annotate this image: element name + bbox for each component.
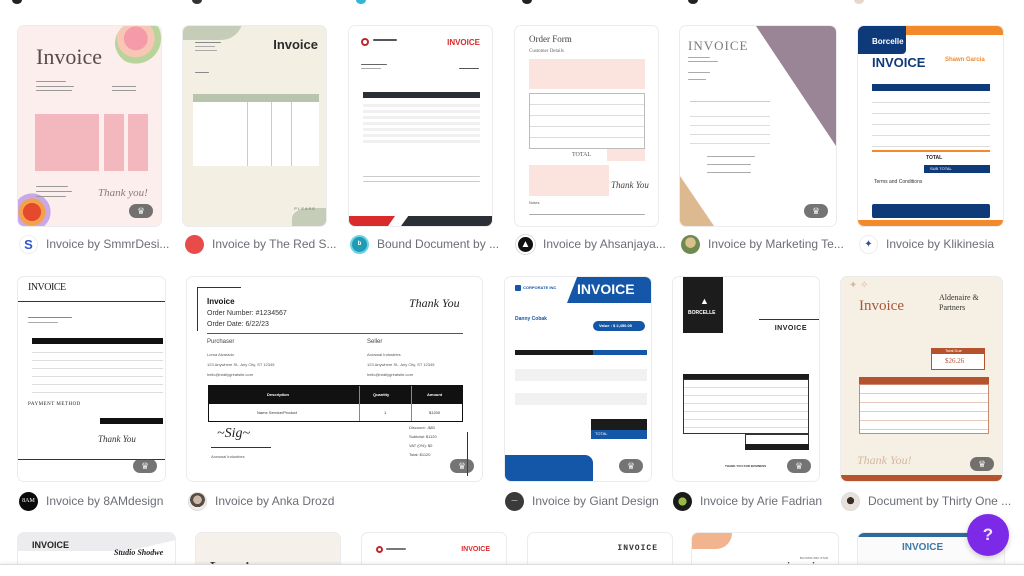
template-meta: b Bound Document by ... — [350, 234, 499, 254]
template-title: Invoice — [273, 37, 318, 52]
template-grid: Invoice Thank you! ♛ S Invoice by SmmrDe… — [0, 0, 1024, 576]
panel-bottom-edge — [0, 564, 1024, 576]
person-avatar[interactable] — [188, 491, 207, 511]
template-title: INVOICE — [28, 282, 66, 293]
template-author[interactable]: Invoice by Arie Fadrian — [700, 494, 822, 508]
template-title: INVOICE — [774, 325, 807, 332]
crown-icon: ♛ — [129, 204, 153, 218]
template-card[interactable]: Borcelle INVOICE Shawn Garcia TOTAL SUB … — [858, 26, 1003, 226]
template-card[interactable]: INVOICE ♛ — [680, 26, 836, 226]
crown-icon: ♛ — [804, 204, 828, 218]
template-author[interactable]: Invoice by The Red S... — [212, 237, 337, 251]
template-title: INVOICE — [461, 546, 490, 553]
template-meta: ▲ Invoice by Ahsanjaya... — [516, 234, 666, 254]
sparkle-decoration: ✦ ✧ — [849, 280, 869, 291]
template-author[interactable]: Document by Thirty One ... — [868, 494, 1011, 508]
template-author[interactable]: Invoice by Ahsanjaya... — [543, 237, 666, 251]
template-card[interactable]: ✦ ✧ Invoice Aldenaire & Partners Total D… — [841, 277, 1002, 481]
template-card[interactable]: Invoice PLEASE — [183, 26, 326, 226]
template-author[interactable]: Invoice by Klikinesia — [886, 237, 994, 251]
8am-logo-avatar[interactable]: 8AM — [19, 491, 38, 511]
table-header — [859, 377, 989, 384]
crown-icon: ♛ — [619, 459, 643, 473]
prev-row-avatar — [192, 0, 202, 4]
klikinesia-logo-avatar[interactable]: ✦ — [859, 234, 878, 254]
table-header — [193, 94, 319, 102]
brand-logo-icon: ▲ — [700, 296, 709, 306]
signature: ~Sig~ — [217, 426, 251, 441]
template-author[interactable]: Bound Document by ... — [377, 237, 499, 251]
template-card[interactable]: Order Form Customer Details TOTAL Thank … — [515, 26, 658, 226]
template-author[interactable]: Invoice by 8AMdesign — [46, 494, 163, 508]
giant-logo-avatar[interactable]: — — [505, 491, 524, 511]
red-circle-avatar[interactable] — [185, 234, 204, 254]
template-card[interactable]: ▲ BORCELLE INVOICE THANK YOU FOR BUSINES… — [673, 277, 819, 481]
template-title: INVOICE — [902, 542, 944, 553]
template-author[interactable]: Invoice by Marketing Te... — [708, 237, 844, 251]
template-title: Invoice — [859, 298, 904, 314]
template-author[interactable]: Invoice by SmmrDesi... — [46, 237, 169, 251]
template-card[interactable]: Invoice Thank you! ♛ — [18, 26, 161, 226]
template-meta: Invoice by The Red S... — [185, 234, 337, 254]
template-title: INVOICE — [577, 281, 635, 297]
template-card[interactable]: INVOICE CORPORATE INC Danny Cobak Value … — [505, 277, 651, 481]
template-title: INVOICE — [688, 38, 749, 53]
template-meta: Invoice by Anka Drozd — [188, 491, 334, 511]
template-title: Invoice — [36, 44, 102, 69]
template-meta: — Invoice by Giant Design — [505, 491, 659, 511]
template-author[interactable]: Invoice by Giant Design — [532, 494, 659, 508]
bound-logo-avatar[interactable]: b — [350, 234, 369, 254]
template-footer: PLEASE — [294, 206, 316, 211]
help-button[interactable]: ? — [967, 514, 1009, 556]
crown-icon: ♛ — [133, 459, 157, 473]
template-card[interactable]: INVOICE — [349, 26, 492, 226]
template-title: INVOICE — [617, 544, 658, 553]
template-author[interactable]: Invoice by Anka Drozd — [215, 494, 334, 508]
template-title: INVOICE — [32, 540, 70, 550]
template-title: Invoice — [207, 297, 235, 306]
crown-icon: ♛ — [450, 459, 474, 473]
table-header — [872, 84, 990, 91]
template-card[interactable]: Invoice Order Number: #1234567 Order Dat… — [187, 277, 482, 481]
flower-decoration — [115, 26, 161, 66]
table-header — [32, 338, 163, 344]
person-avatar[interactable] — [841, 491, 860, 511]
person-avatar[interactable] — [681, 234, 700, 254]
template-meta: S Invoice by SmmrDesi... — [19, 234, 169, 254]
leaf-logo-avatar[interactable] — [673, 491, 692, 511]
template-meta: Invoice by Marketing Te... — [681, 234, 844, 254]
thank-you-note: Thank you! — [98, 187, 148, 199]
template-meta: Document by Thirty One ... — [841, 491, 1011, 511]
template-card[interactable]: INVOICE PAYMENT METHOD Thank You ♛ — [18, 277, 165, 481]
prev-row-avatar — [854, 0, 864, 4]
prev-row-avatar — [356, 0, 366, 4]
template-meta: Invoice by Arie Fadrian — [673, 491, 822, 511]
ahsanjaya-logo-avatar[interactable]: ▲ — [516, 234, 535, 254]
template-title: INVOICE — [447, 38, 480, 47]
prev-row-avatar — [688, 0, 698, 4]
s-logo-avatar[interactable]: S — [19, 234, 38, 254]
template-title: INVOICE — [872, 55, 926, 70]
table-header — [363, 92, 480, 98]
crown-icon: ♛ — [787, 459, 811, 473]
crown-icon: ♛ — [970, 457, 994, 471]
prev-row-avatar — [12, 0, 22, 4]
prev-row-avatar — [522, 0, 532, 4]
template-meta: ✦ Invoice by Klikinesia — [859, 234, 994, 254]
pink-table — [35, 114, 99, 171]
invoice-table: Description Quantity Amount Name Service… — [208, 385, 463, 422]
brand-name: Borcelle — [872, 37, 904, 46]
template-meta: 8AM Invoice by 8AMdesign — [19, 491, 163, 511]
template-title: Order Form — [529, 34, 572, 44]
